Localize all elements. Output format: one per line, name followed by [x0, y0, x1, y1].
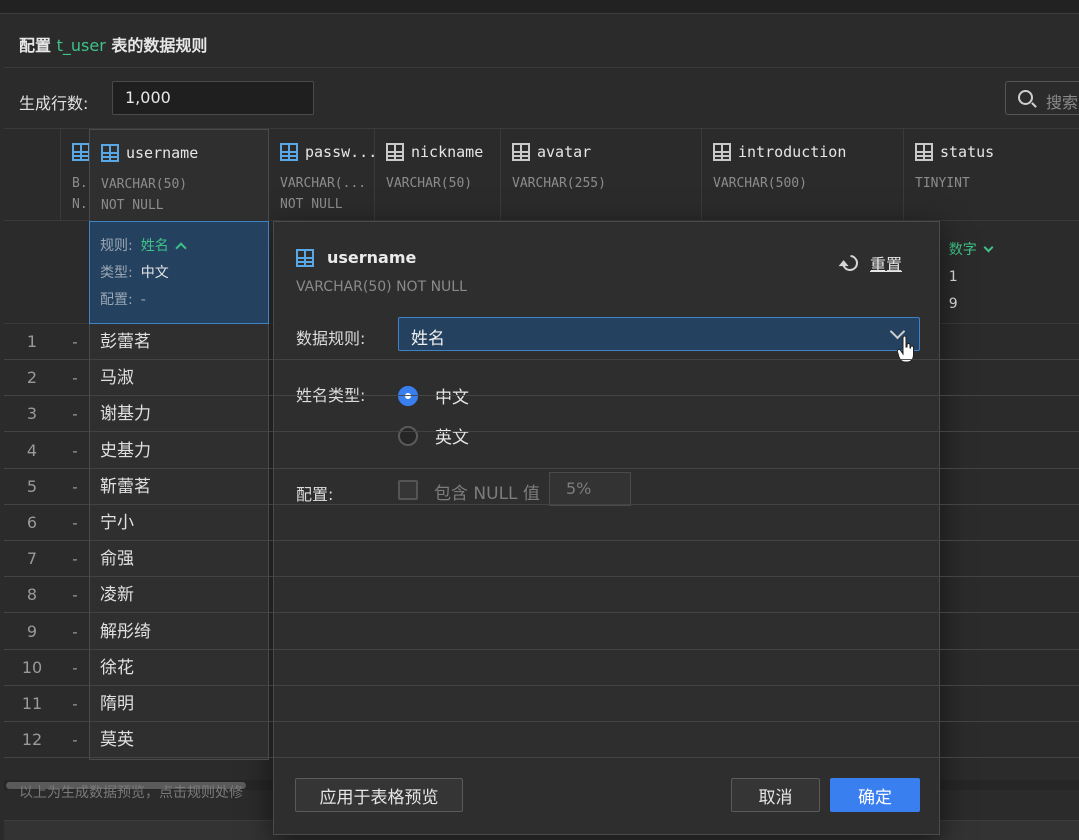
chevron-up-icon — [175, 242, 187, 254]
row-id-cell: - — [72, 695, 78, 713]
row-number: 7 — [26, 549, 38, 569]
row-id-cell: - — [72, 477, 78, 496]
null-percent-input[interactable]: 5% — [549, 472, 631, 506]
reset-icon — [838, 251, 862, 275]
row-id-cell: - — [72, 731, 78, 750]
config-label: 配置: — [296, 485, 334, 504]
search-placeholder: 搜索 — [1046, 93, 1079, 112]
table-column-icon — [296, 248, 314, 267]
row-id-cell: - — [72, 333, 78, 351]
row-number: 11 — [21, 694, 43, 713]
preview-hint: 以上为生成数据预览，点击规则处修 — [19, 785, 243, 801]
table-column-icon — [512, 143, 530, 161]
row-id-cell: - — [72, 369, 78, 388]
column-header-password[interactable]: passw... VARCHAR(... NOT NULL — [269, 129, 377, 221]
rows-count-input[interactable]: 1,000 — [112, 81, 314, 115]
chevron-down-icon — [983, 242, 994, 253]
row-number: 1 — [26, 332, 38, 351]
include-null-label: 包含 NULL 值 — [434, 484, 540, 504]
apply-preview-button[interactable]: 应用于表格预览 — [295, 778, 463, 812]
column-header-id[interactable]: B...N... — [61, 129, 90, 221]
row-number-header — [4, 129, 61, 221]
rows-count-label: 生成行数: — [19, 94, 89, 113]
dialog-title-bar: 配置 t_user 表的数据规则 — [4, 14, 1079, 68]
column-search-input[interactable]: 搜索 — [1005, 81, 1079, 115]
row-number: 10 — [21, 657, 43, 677]
username-rule-cell[interactable]: 规则: 姓名 类型: 中文 配置: - — [89, 221, 269, 324]
row-number: 8 — [26, 585, 38, 605]
table-column-icon — [713, 143, 731, 161]
window-top-strip — [0, 0, 1079, 14]
row-id-cell: - — [72, 441, 78, 460]
radio-selected-icon — [398, 385, 418, 406]
row-id-cell: - — [72, 550, 78, 569]
row-id-cell: - — [72, 514, 78, 532]
reset-button[interactable]: 重置 — [838, 251, 902, 275]
hand-cursor-icon — [897, 336, 914, 363]
row-number: 4 — [26, 440, 38, 460]
include-null-checkbox[interactable] — [398, 480, 418, 500]
search-icon — [1018, 90, 1033, 105]
row-number: 6 — [26, 513, 38, 532]
column-header-status[interactable]: status TINYINT — [904, 129, 1079, 221]
table-column-icon — [72, 143, 89, 161]
table-name: t_user — [56, 36, 106, 55]
row-number: 2 — [26, 368, 38, 388]
column-header-avatar[interactable]: avatar VARCHAR(255) — [501, 129, 702, 221]
row-id-cell: - — [72, 405, 78, 424]
row-number: 9 — [26, 621, 38, 641]
column-header-introduction[interactable]: introduction VARCHAR(500) — [702, 129, 904, 221]
table-column-icon — [280, 143, 298, 161]
row-id-cell: - — [72, 658, 78, 677]
column-header-nickname[interactable]: nickname VARCHAR(50) — [375, 129, 501, 221]
selected-column-username[interactable]: username VARCHAR(50) NOT NULL 规则: 姓名 类型: 中文… — [89, 129, 269, 760]
row-id-cell: - — [72, 586, 78, 605]
dialog-title: 配置 t_user 表的数据规则 — [19, 36, 208, 55]
table-column-icon — [101, 144, 119, 162]
radio-chinese[interactable]: 中文 — [398, 383, 469, 408]
radio-english[interactable]: 英文 — [398, 423, 469, 448]
table-column-icon — [386, 143, 404, 161]
row-id-cell: - — [72, 622, 78, 641]
row-number: 3 — [26, 404, 38, 424]
row-number: 5 — [26, 476, 38, 496]
popover-column-name: username — [296, 248, 416, 267]
rule-config-popover: username VARCHAR(50) NOT NULL 重置 数据规则: 姓… — [273, 221, 940, 835]
data-rule-select[interactable]: 姓名 — [398, 317, 920, 351]
popover-column-type: VARCHAR(50) NOT NULL — [296, 279, 467, 295]
cancel-button[interactable]: 取消 — [731, 778, 820, 812]
name-type-label: 姓名类型: — [296, 386, 366, 405]
ok-button[interactable]: 确定 — [830, 778, 920, 812]
row-number: 12 — [21, 730, 43, 750]
table-column-icon — [915, 143, 933, 161]
radio-unselected-icon — [398, 425, 418, 446]
data-rule-label: 数据规则: — [296, 329, 366, 348]
column-header-username[interactable]: username VARCHAR(50) NOT NULL — [90, 130, 268, 222]
